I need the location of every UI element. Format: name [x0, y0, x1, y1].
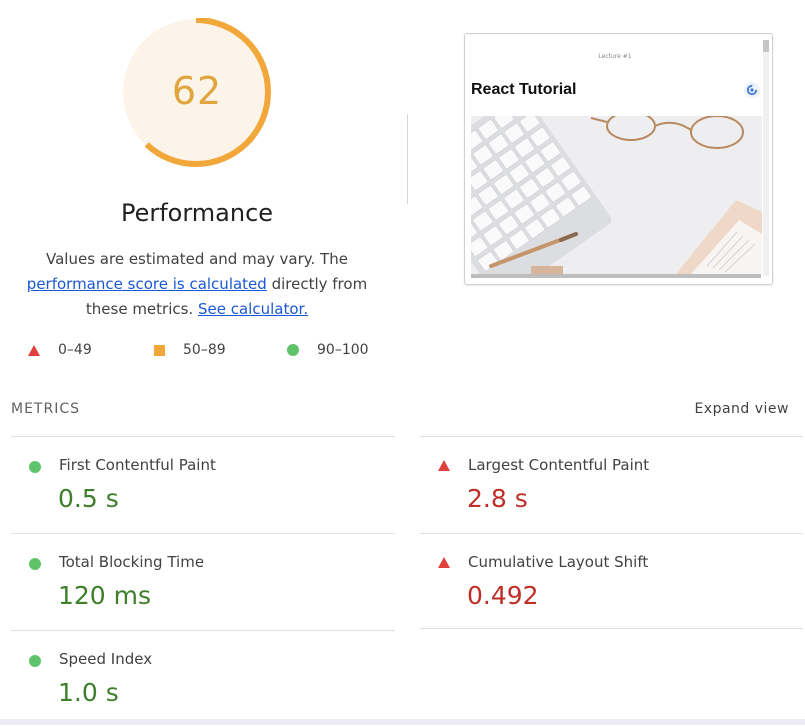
triangle-icon	[438, 460, 450, 471]
screenshot-lecture-label: Lecture #1	[598, 53, 632, 60]
metric-label: Total Blocking Time	[59, 553, 205, 571]
triangle-icon	[438, 557, 450, 568]
metric-first-contentful-paint: First Contentful Paint 0.5 s	[11, 437, 391, 533]
legend-label: 0–49	[58, 342, 92, 358]
metric-value: 1.0 s	[58, 678, 119, 707]
circle-icon	[287, 344, 299, 356]
metric-total-blocking-time: Total Blocking Time 120 ms	[11, 534, 391, 630]
metric-value: 0.492	[467, 581, 539, 610]
screenshot-hscrollbar[interactable]	[471, 274, 761, 278]
metric-largest-contentful-paint: Largest Contentful Paint 2.8 s	[420, 437, 800, 533]
legend-item-average: 50–89	[154, 342, 226, 358]
circle-icon	[29, 461, 41, 473]
screenshot-title: React Tutorial	[471, 81, 577, 98]
vertical-divider	[407, 114, 408, 204]
legend-label: 90–100	[317, 342, 369, 358]
metrics-title: METRICS	[11, 401, 80, 417]
description-text: Values are estimated and may vary. The	[46, 250, 348, 268]
metric-label: Speed Index	[59, 650, 153, 668]
spinner-icon	[744, 82, 760, 98]
metric-value: 2.8 s	[467, 484, 528, 513]
square-icon	[154, 344, 165, 356]
legend-item-fail: 0–49	[28, 342, 92, 358]
performance-score-link[interactable]: performance score is calculated	[27, 275, 267, 293]
calculator-link[interactable]: See calculator.	[198, 300, 308, 318]
metric-value: 120 ms	[58, 581, 152, 610]
metric-divider	[420, 628, 803, 629]
gauge-title: Performance	[120, 199, 274, 227]
legend-label: 50–89	[183, 342, 226, 358]
metric-label: First Contentful Paint	[59, 456, 216, 474]
screenshot-scrollbar[interactable]	[763, 40, 769, 276]
final-screenshot[interactable]: Lecture #1 React Tutorial	[464, 33, 773, 285]
circle-icon	[29, 558, 41, 570]
desk-photo	[471, 116, 762, 274]
score-description: Values are estimated and may vary. The p…	[8, 247, 386, 322]
metric-label: Cumulative Layout Shift	[468, 553, 649, 571]
metric-value: 0.5 s	[58, 484, 119, 513]
metric-label: Largest Contentful Paint	[468, 456, 650, 474]
legend-item-pass: 90–100	[287, 342, 369, 358]
metric-cumulative-layout-shift: Cumulative Layout Shift 0.492	[420, 534, 800, 630]
metric-speed-index: Speed Index 1.0 s	[11, 631, 391, 727]
performance-gauge: 62	[120, 18, 274, 172]
performance-score: 62	[171, 69, 223, 113]
scrollbar-thumb[interactable]	[763, 40, 769, 52]
expand-view-button[interactable]: Expand view	[694, 401, 789, 417]
bottom-divider	[0, 719, 805, 725]
circle-icon	[29, 655, 41, 667]
triangle-icon	[28, 344, 40, 356]
